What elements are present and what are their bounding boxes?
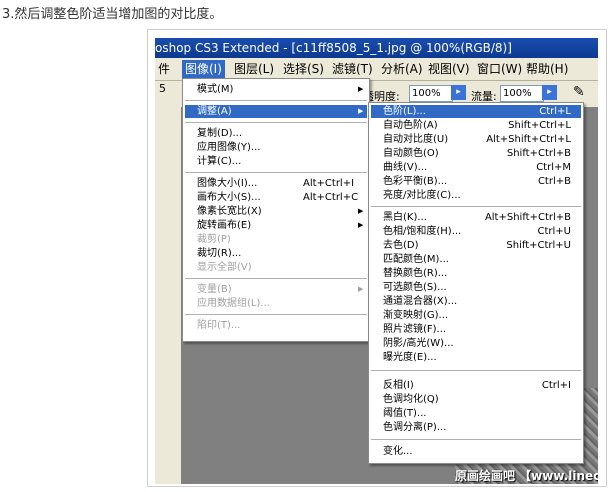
tools-panel [155, 107, 182, 484]
menu-separator [185, 122, 367, 123]
menu-item-reveal-all: 显示全部(V) [197, 262, 252, 273]
menu-item-equalize[interactable]: 色调均化(Q) [371, 393, 581, 406]
menu-item-brightness-contrast[interactable]: 亮度/对比度(C)... [371, 189, 581, 202]
submenu-arrow-icon: ▶ [358, 107, 364, 115]
title-bar: oshop CS3 Extended - [c11ff8508_5_1.jpg … [155, 38, 598, 58]
menu-separator [185, 314, 367, 315]
menu-item-hue-saturation[interactable]: 色相/饱和度(H)... Ctrl+U [371, 225, 581, 238]
menu-filter[interactable]: 滤镜(T) [329, 60, 376, 78]
menu-item-selective-color[interactable]: 可选颜色(S)... [371, 281, 581, 294]
submenu-arrow-icon: ▶ [358, 221, 364, 229]
menu-item-threshold[interactable]: 阈值(T)... [371, 407, 581, 420]
opacity-arrow-icon[interactable]: ▸ [451, 85, 466, 100]
menu-image[interactable]: 图像(I) [182, 60, 225, 78]
menu-item-apply-data-set: 应用数据组(L)... [197, 298, 270, 309]
menu-item-auto-color[interactable]: 自动颜色(O) Shift+Ctrl+B [371, 147, 581, 160]
menu-item-duplicate[interactable]: 复制(D)... [185, 127, 367, 140]
flow-arrow-icon[interactable]: ▸ [542, 85, 557, 100]
tutorial-caption: 3.然后调整色阶适当增加图的对比度。 [2, 7, 223, 22]
menu-item-calculations[interactable]: 计算(C)... [185, 155, 367, 168]
menu-separator [185, 172, 367, 173]
menu-help[interactable]: 帮助(H) [523, 60, 571, 78]
menu-item-image-size[interactable]: 图像大小(I)... Alt+Ctrl+I [185, 177, 367, 190]
menu-file[interactable]: 件 [155, 60, 173, 78]
menu-item-mode[interactable]: 模式(M) ▶ [185, 83, 367, 96]
menu-item-curves[interactable]: 曲线(V)... Ctrl+M [371, 161, 581, 174]
menu-item-pixel-aspect-ratio[interactable]: 像素长宽比(X) ▶ [185, 205, 367, 218]
menu-item-gradient-map[interactable]: 渐变映射(G)... [371, 309, 581, 322]
menu-item-canvas-size[interactable]: 画布大小(S)... Alt+Ctrl+C [185, 191, 367, 204]
menu-item-auto-contrast[interactable]: 自动对比度(U) Alt+Shift+Ctrl+L [371, 133, 581, 146]
airbrush-icon[interactable]: ✎ [573, 84, 585, 100]
menu-item-invert[interactable]: 反相(I) Ctrl+I [371, 379, 581, 392]
menu-item-desaturate[interactable]: 去色(D) Shift+Ctrl+U [371, 239, 581, 252]
menu-item-exposure[interactable]: 曝光度(E)... [371, 351, 581, 364]
menu-item-apply-image[interactable]: 应用图像(Y)... [185, 141, 367, 154]
window-title: oshop CS3 Extended - [c11ff8508_5_1.jpg … [155, 41, 512, 55]
flow-field[interactable]: 100% [500, 85, 544, 102]
menu-item-variables: 变量(B) ▶ [197, 284, 364, 295]
menu-item-crop: 裁剪(P) [197, 234, 231, 245]
menu-item-color-balance[interactable]: 色彩平衡(B)... Ctrl+B [371, 175, 581, 188]
menu-separator [371, 439, 581, 440]
brush-size-label: 5 [159, 82, 166, 95]
menu-item-auto-levels[interactable]: 自动色阶(A) Shift+Ctrl+L [371, 119, 581, 132]
menu-layer[interactable]: 图层(L) [231, 60, 277, 78]
menu-item-replace-color[interactable]: 替换颜色(R)... [371, 267, 581, 280]
menu-separator [371, 370, 581, 371]
menu-item-levels[interactable]: 色阶(L)... Ctrl+L [371, 105, 581, 118]
menu-item-match-color[interactable]: 匹配颜色(M)... [371, 253, 581, 266]
menu-item-trap: 陷印(T)... [197, 320, 241, 331]
opacity-field[interactable]: 100% [409, 85, 453, 102]
menu-item-black-white[interactable]: 黑白(K)... Alt+Shift+Ctrl+B [371, 211, 581, 224]
menu-item-posterize[interactable]: 色调分离(P)... [371, 421, 581, 434]
menu-item-trim[interactable]: 裁切(R)... [185, 247, 367, 260]
menu-item-variations[interactable]: 变化... [371, 445, 581, 458]
menu-separator [185, 278, 367, 279]
menu-analysis[interactable]: 分析(A) [378, 60, 426, 78]
menu-separator [185, 100, 367, 101]
menu-item-photo-filter[interactable]: 照片滤镜(F)... [371, 323, 581, 336]
submenu-arrow-icon: ▶ [358, 85, 364, 93]
menu-item-channel-mixer[interactable]: 通道混合器(X)... [371, 295, 581, 308]
submenu-arrow-icon: ▶ [358, 285, 364, 293]
menu-view[interactable]: 视图(V) [425, 60, 473, 78]
menu-select[interactable]: 选择(S) [280, 60, 327, 78]
menu-separator [371, 206, 581, 207]
submenu-arrow-icon: ▶ [358, 207, 364, 215]
menu-item-rotate-canvas[interactable]: 旋转画布(E) ▶ [185, 219, 367, 232]
menu-window[interactable]: 窗口(W) [474, 60, 525, 78]
photoshop-window: oshop CS3 Extended - [c11ff8508_5_1.jpg … [155, 38, 598, 484]
watermark: 原画绘画吧 【www.linecg.com/tieba/1797】 [455, 469, 598, 483]
adjustments-submenu: 色阶(L)... Ctrl+L 自动色阶(A) Shift+Ctrl+L 自动对… [368, 102, 584, 464]
menu-item-adjustments[interactable]: 调整(A) ▶ [185, 105, 367, 118]
menu-item-shadow-highlight[interactable]: 阴影/高光(W)... [371, 337, 581, 350]
image-menu: 模式(M) ▶ 调整(A) ▶ 复制(D)... 应用图像(Y)... 计算(C… [182, 78, 370, 342]
